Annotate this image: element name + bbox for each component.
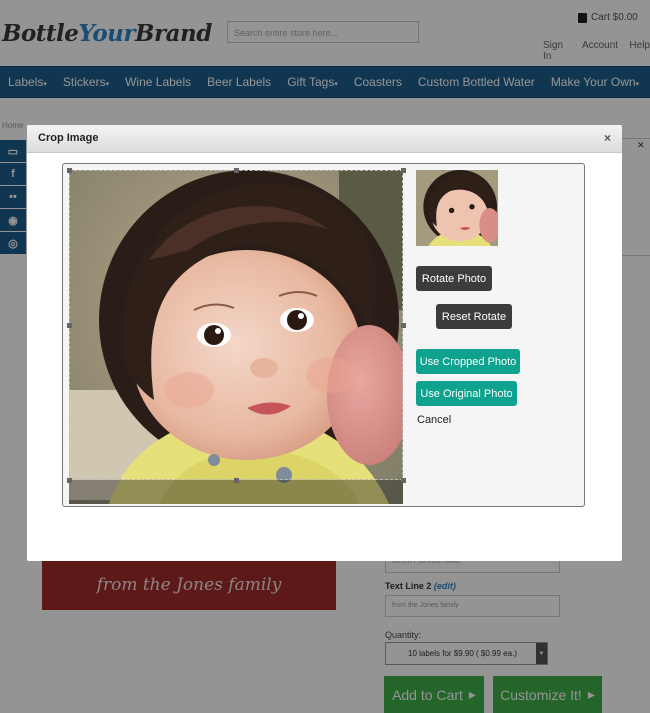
- crop-excluded-area: [69, 480, 403, 504]
- rotate-photo-button[interactable]: Rotate Photo: [416, 266, 492, 291]
- cancel-link[interactable]: Cancel: [417, 414, 451, 426]
- baby-photo-thumbnail: [416, 170, 498, 246]
- crop-image-modal: Crop Image × Rotate Photo Reset Rotate U…: [27, 125, 622, 561]
- crop-handle-se[interactable]: [401, 478, 406, 483]
- crop-handle-sw[interactable]: [67, 478, 72, 483]
- crop-handle-w[interactable]: [67, 323, 72, 328]
- crop-selection[interactable]: [69, 170, 403, 480]
- crop-handle-ne[interactable]: [401, 168, 406, 173]
- crop-handle-nw[interactable]: [67, 168, 72, 173]
- use-original-photo-button[interactable]: Use Original Photo: [416, 381, 517, 406]
- modal-header: [27, 125, 622, 153]
- crop-handle-e[interactable]: [401, 323, 406, 328]
- use-cropped-photo-button[interactable]: Use Cropped Photo: [416, 349, 520, 374]
- close-icon[interactable]: ×: [604, 131, 611, 145]
- crop-preview-thumbnail: [416, 170, 498, 246]
- reset-rotate-button[interactable]: Reset Rotate: [436, 304, 512, 329]
- crop-handle-n[interactable]: [234, 168, 239, 173]
- modal-title: Crop Image: [38, 132, 99, 144]
- crop-handle-s[interactable]: [234, 478, 239, 483]
